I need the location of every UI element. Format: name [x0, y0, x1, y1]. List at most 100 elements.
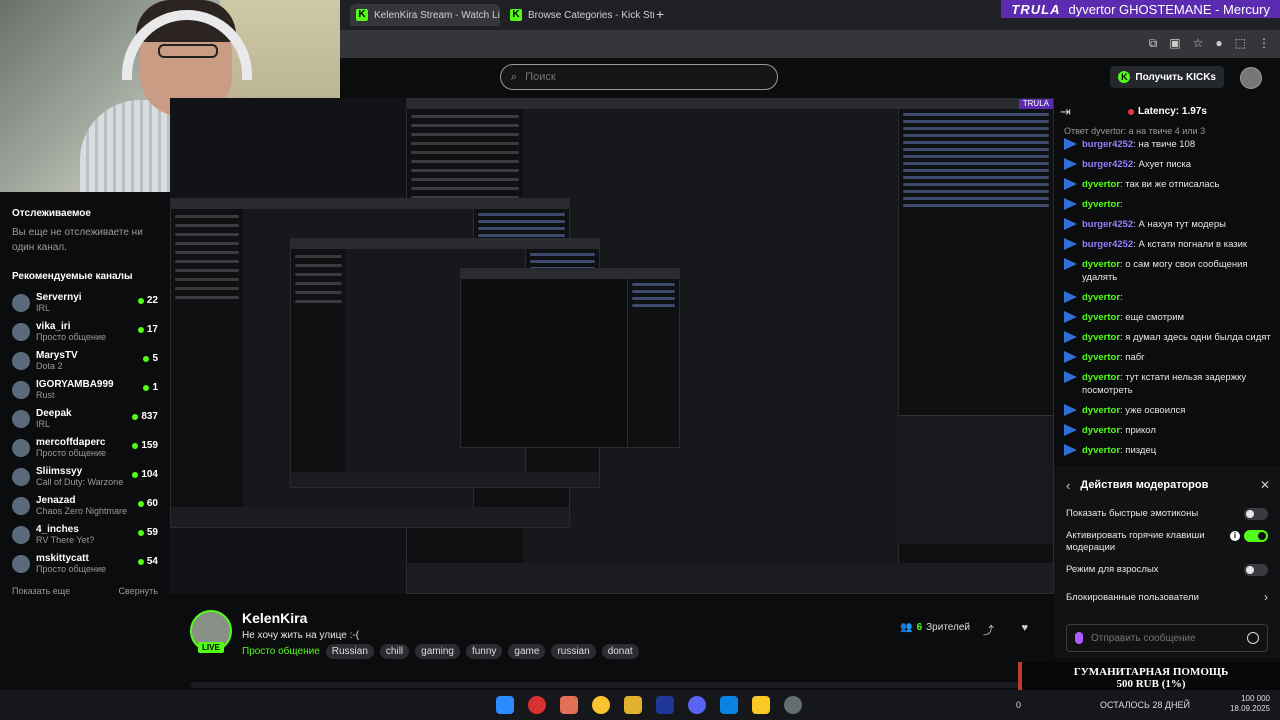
chat-message-input[interactable] [1091, 632, 1239, 644]
microphone-icon[interactable] [1075, 632, 1083, 644]
scrollbar[interactable] [190, 682, 1020, 688]
chat-username[interactable]: dyvertor [1082, 312, 1120, 323]
chat-username[interactable]: burger4252 [1082, 239, 1133, 250]
app-icon[interactable] [720, 696, 738, 714]
avatar [12, 322, 30, 341]
chat-text: уже освоился [1125, 405, 1186, 416]
mod-panel-title: Действия модераторов [1080, 479, 1209, 491]
chat-input-box[interactable] [1066, 624, 1268, 652]
search-bar[interactable]: ⌕ [500, 64, 778, 90]
chat-text: я думал здесь одни былда сидят [1125, 332, 1271, 343]
channel-item[interactable]: vika_iri Просто общение 17 [12, 317, 158, 346]
channel-item[interactable]: MarysTV Dota 25 [12, 346, 158, 375]
kick-icon: K [510, 9, 522, 21]
steam-icon[interactable] [656, 696, 674, 714]
firefox-icon[interactable] [560, 696, 578, 714]
channel-item[interactable]: Deepak IRL 837 [12, 404, 158, 433]
chat-username[interactable]: burger4252 [1082, 139, 1133, 150]
channel-item[interactable]: Sliimssyy Call of Duty: Warzone 104 [12, 462, 158, 491]
chat-username[interactable]: dyvertor [1082, 405, 1120, 416]
adult-mode-toggle[interactable] [1244, 564, 1268, 576]
channel-name[interactable]: KelenKira [242, 610, 307, 626]
info-icon[interactable]: i [1230, 531, 1240, 541]
chat-username[interactable]: dyvertor [1082, 332, 1120, 343]
collapse-link[interactable]: Свернуть [119, 586, 158, 596]
tag[interactable]: gaming [415, 644, 460, 659]
chat-username[interactable]: dyvertor [1082, 445, 1120, 456]
new-tab-button[interactable]: + [656, 6, 664, 22]
follow-icon[interactable]: ♥ [1021, 622, 1028, 634]
tab-browse-categories[interactable]: K Browse Categories - Kick Stream ✕ [504, 4, 654, 26]
chat-text: пиздец [1125, 445, 1157, 456]
windows-start-icon[interactable] [496, 696, 514, 714]
os-taskbar: 0 ОСТАЛОСЬ 28 ДНЕЙ 100 000 18.09.2025 [0, 690, 1280, 720]
donation-days-left: ОСТАЛОСЬ 28 ДНЕЙ [1100, 700, 1190, 710]
stream-category[interactable]: Просто общение [242, 646, 320, 657]
quick-emotes-toggle[interactable] [1244, 508, 1268, 520]
chat-username[interactable]: dyvertor [1082, 372, 1120, 383]
chat-message: dyvertor: пиздец [1064, 444, 1274, 457]
recommended-channel-list: Servernyi IRL 22 vika_iri Просто общение 17 … [12, 288, 158, 578]
emoji-icon[interactable] [1247, 632, 1259, 644]
menu-dots-icon[interactable]: ⋮ [1258, 36, 1270, 51]
mod-row-quick-emotes[interactable]: Показать быстрые эмотиконы [1066, 508, 1268, 520]
tab-kelenkira-stream[interactable]: K KelenKira Stream - Watch Live o ✕ [350, 4, 500, 26]
kick-badge-icon [1064, 138, 1077, 150]
channel-item[interactable]: mercoffdaperc Просто общение 159 [12, 433, 158, 462]
bookmark-star-icon[interactable]: ☆ [1193, 36, 1204, 51]
channel-item[interactable]: 4_inches RV There Yet? 59 [12, 520, 158, 549]
chat-message: burger4252: А кстати погнали в казик [1064, 238, 1274, 251]
tag[interactable]: game [508, 644, 546, 659]
channel-item[interactable]: mskittycatt Просто общение 54 [12, 549, 158, 578]
show-more-link[interactable]: Показать еще [12, 586, 70, 596]
search-input[interactable] [525, 71, 746, 83]
kick-badge-icon [1064, 291, 1077, 303]
chat-username[interactable]: dyvertor [1082, 352, 1120, 363]
profile-icon[interactable]: ● [1215, 36, 1222, 51]
tag[interactable]: russian [551, 644, 596, 659]
chat-message: dyvertor: я думал здесь одни былда сидят [1064, 331, 1274, 344]
donation-title: ГУМАНИТАРНАЯ ПОМОЩЬ [1073, 666, 1229, 678]
chat-username[interactable]: burger4252 [1082, 159, 1133, 170]
browser-toolbar: ⧉ ▣ ☆ ● ⬚ ⋮ [340, 30, 1280, 58]
sidebar: Отслеживаемое Вы еще не отслеживаете ни … [0, 192, 170, 642]
channel-item[interactable]: Jenazad Chaos Zero Nightmare 60 [12, 491, 158, 520]
back-icon[interactable]: ‹ [1066, 478, 1070, 493]
chrome-icon[interactable] [592, 696, 610, 714]
tag[interactable]: Russian [325, 644, 374, 659]
mod-row-adult-mode[interactable]: Режим для взрослых [1066, 564, 1268, 576]
video-player[interactable]: TRULA [170, 98, 1054, 594]
mod-row-blocked-users[interactable]: Блокированные пользователи › [1066, 591, 1268, 604]
chat-username[interactable]: dyvertor [1082, 259, 1120, 270]
media-icon[interactable]: ▣ [1169, 36, 1180, 51]
close-icon[interactable]: ✕ [1260, 478, 1270, 492]
tag[interactable]: funny [465, 644, 503, 659]
share-icon[interactable]: ⤴ [983, 622, 994, 638]
chat-username[interactable]: dyvertor [1082, 179, 1120, 190]
chat-text: А кстати погнали в казик [1138, 239, 1248, 250]
tag[interactable]: donat [601, 644, 639, 659]
chat-username[interactable]: burger4252 [1082, 219, 1133, 230]
hotkeys-toggle[interactable] [1244, 530, 1268, 542]
app-icon[interactable] [752, 696, 770, 714]
chat-message: dyvertor: уже освоился [1064, 404, 1274, 417]
avatar [12, 293, 30, 312]
tag[interactable]: chill [379, 644, 410, 659]
stream-title: Не хочу жить на улице :-( [242, 630, 360, 641]
following-title: Отслеживаемое [12, 208, 91, 219]
chat-username[interactable]: dyvertor [1082, 199, 1120, 210]
obs-icon[interactable] [784, 696, 802, 714]
channel-item[interactable]: IGORYAMBA999 Rust 1 [12, 375, 158, 404]
screenshot-icon[interactable]: ⧉ [1149, 36, 1158, 51]
mod-row-hotkeys[interactable]: Активировать горячие клавиши модерации i [1066, 530, 1268, 554]
user-avatar[interactable] [1240, 67, 1262, 89]
chat-username[interactable]: dyvertor [1082, 292, 1120, 303]
extensions-icon[interactable]: ⬚ [1235, 36, 1246, 51]
get-kicks-button[interactable]: K Получить KICKs [1110, 66, 1224, 88]
collapse-chat-icon[interactable]: ⇥ [1060, 104, 1071, 120]
channel-item[interactable]: Servernyi IRL 22 [12, 288, 158, 317]
folder-icon[interactable] [624, 696, 642, 714]
discord-icon[interactable] [688, 696, 706, 714]
chat-username[interactable]: dyvertor [1082, 425, 1120, 436]
opera-icon[interactable] [528, 696, 546, 714]
